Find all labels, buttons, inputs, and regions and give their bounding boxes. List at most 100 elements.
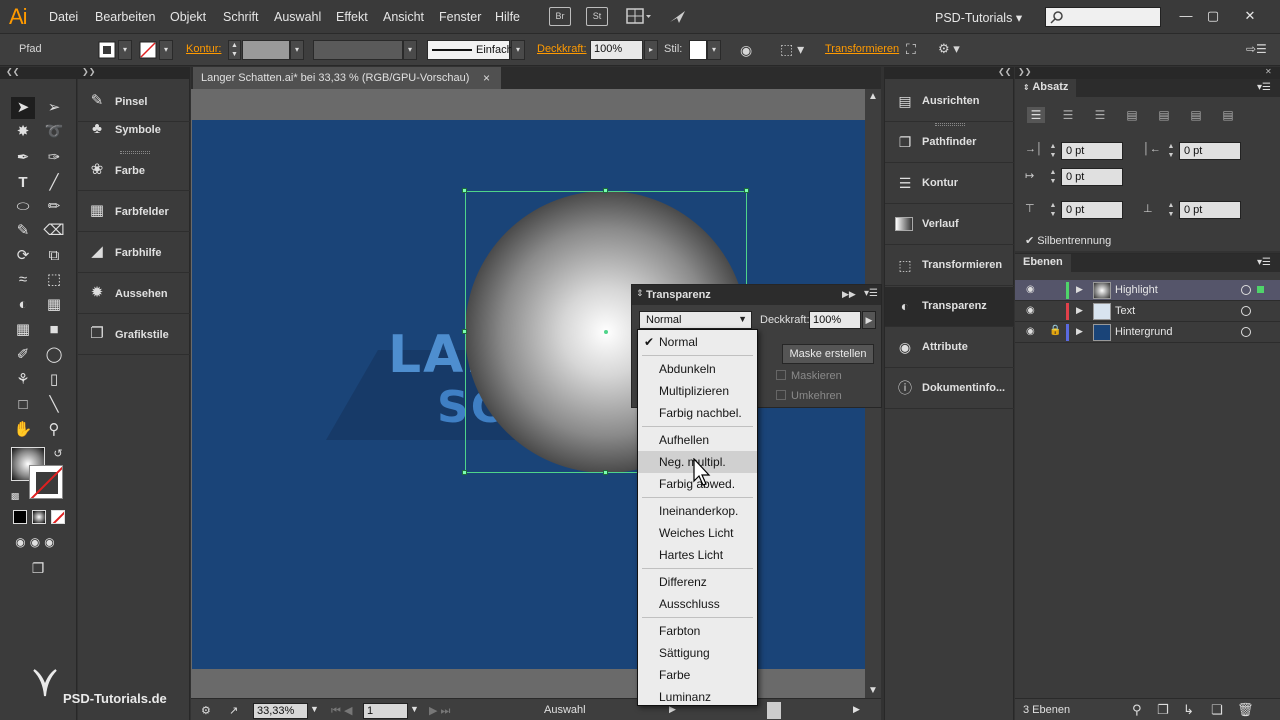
layer-row[interactable]: ◉ 🔒 ▶ Hintergrund bbox=[1015, 322, 1280, 343]
hand-tool-icon[interactable]: ✋ bbox=[11, 419, 35, 441]
rotate-tool-icon[interactable]: ⟳ bbox=[11, 245, 35, 267]
first-line-indent-stepper[interactable]: ▲ ▼ bbox=[1047, 168, 1059, 186]
bbox-handle[interactable] bbox=[744, 188, 749, 193]
bbox-handle[interactable] bbox=[462, 329, 467, 334]
layers-panel-menu-icon[interactable]: ▾☰ bbox=[1257, 257, 1271, 268]
bbox-handle[interactable] bbox=[462, 188, 467, 193]
artboard-dropdown-icon[interactable]: ▼ bbox=[410, 704, 419, 714]
gpu-icon[interactable]: ⚙ bbox=[201, 704, 211, 717]
align-right-icon[interactable]: ☰ bbox=[1091, 107, 1109, 123]
stroke-weight-dropdown[interactable]: ▾ bbox=[290, 40, 304, 60]
bbox-handle[interactable] bbox=[462, 470, 467, 475]
stroke-swatch[interactable] bbox=[138, 40, 158, 60]
stroke-label[interactable]: Kontur: bbox=[186, 43, 221, 55]
blend-mode-option[interactable]: Farbe bbox=[638, 664, 757, 686]
dock-item-kontur[interactable]: ☰ Kontur bbox=[885, 164, 1014, 204]
fill-dropdown[interactable]: ▾ bbox=[118, 40, 132, 60]
horizontal-scroll-thumb[interactable] bbox=[767, 702, 781, 719]
blend-mode-option[interactable]: Aufhellen bbox=[638, 429, 757, 451]
dock-item-symbole[interactable]: ♣ Symbole bbox=[78, 110, 190, 150]
hyphenation-checkbox[interactable]: ✔ Silbentrennung bbox=[1025, 234, 1111, 247]
blend-mode-option[interactable]: Differenz bbox=[638, 571, 757, 593]
workspace-switcher[interactable]: PSD-Tutorials ▾ bbox=[935, 10, 1022, 25]
align-to-icon[interactable]: ⬚ ▾ bbox=[780, 41, 804, 58]
eraser-tool-icon[interactable]: ⌫ bbox=[42, 220, 66, 242]
zoom-input[interactable]: 33,33% bbox=[253, 703, 308, 719]
blend-mode-option[interactable]: Luminanz bbox=[638, 686, 757, 708]
pen-tool-icon[interactable]: ✒ bbox=[11, 147, 35, 169]
bbox-handle[interactable] bbox=[603, 470, 608, 475]
expand-triangle-icon[interactable]: ▶ bbox=[1076, 326, 1083, 337]
blend-mode-option[interactable]: Weiches Licht bbox=[638, 522, 757, 544]
menu-auswahl[interactable]: Auswahl bbox=[274, 10, 321, 24]
layer-target-icon[interactable] bbox=[1241, 306, 1251, 316]
blend-mode-option[interactable]: Multiplizieren bbox=[638, 380, 757, 402]
delete-layer-icon[interactable]: 🗑 bbox=[1237, 702, 1254, 718]
dock-item-dokumentinfo[interactable]: ⓘ Dokumentinfo... bbox=[885, 369, 1014, 409]
panel-expand-icon[interactable]: ▶▶ bbox=[842, 289, 856, 300]
paragraph-panel-menu-icon[interactable]: ▾☰ bbox=[1257, 82, 1271, 93]
gradient-tool-icon[interactable]: ■ bbox=[42, 319, 66, 341]
blend-mode-select[interactable]: Normal ▼ bbox=[639, 311, 752, 329]
lasso-tool-icon[interactable]: ➰ bbox=[42, 121, 66, 143]
space-before-input[interactable]: 0 pt bbox=[1061, 201, 1123, 219]
scroll-down-icon[interactable]: ▼ bbox=[868, 685, 878, 696]
ellipse-tool-icon[interactable]: ⬭ bbox=[11, 196, 35, 218]
bbox-handle[interactable] bbox=[603, 188, 608, 193]
artboard-input[interactable]: 1 bbox=[363, 703, 408, 719]
dock-item-pathfinder[interactable]: ❐ Pathfinder bbox=[885, 123, 1014, 163]
variable-width-profile[interactable] bbox=[313, 40, 403, 60]
direct-selection-tool-icon[interactable]: ➢ bbox=[42, 97, 66, 119]
stock-icon[interactable]: St bbox=[586, 7, 608, 26]
width-tool-icon[interactable]: ≈ bbox=[11, 269, 35, 291]
panel-menu-icon[interactable]: ▾☰ bbox=[864, 288, 878, 299]
justify-right-icon[interactable]: ▤ bbox=[1187, 107, 1205, 123]
style-swatch[interactable] bbox=[689, 40, 707, 60]
first-artboard-icon[interactable]: ⏮ ◀ bbox=[331, 704, 352, 718]
space-after-stepper[interactable]: ▲ ▼ bbox=[1165, 201, 1177, 219]
magic-wand-tool-icon[interactable]: ✸ bbox=[11, 121, 35, 143]
mesh-tool-icon[interactable]: ▦ bbox=[11, 319, 35, 341]
first-line-indent-input[interactable]: 0 pt bbox=[1061, 168, 1123, 186]
blend-tool-icon[interactable]: ◯ bbox=[42, 344, 66, 366]
screen-mode-icon[interactable]: ❐ bbox=[26, 557, 50, 579]
sync-icon[interactable] bbox=[667, 7, 689, 26]
menu-schrift[interactable]: Schrift bbox=[223, 10, 258, 24]
type-tool-icon[interactable]: T bbox=[11, 172, 35, 194]
stroke-weight-stepper[interactable]: ▲ ▼ bbox=[228, 40, 241, 60]
expand-triangle-icon[interactable]: ▶ bbox=[1076, 305, 1083, 316]
minimize-icon[interactable]: — bbox=[1176, 6, 1196, 26]
bridge-icon[interactable]: Br bbox=[549, 7, 571, 26]
color-mode-icon[interactable] bbox=[13, 510, 27, 524]
locate-object-icon[interactable]: ⚲ bbox=[1132, 702, 1142, 718]
recolor-icon[interactable]: ◉ bbox=[740, 42, 752, 59]
paintbrush-tool-icon[interactable]: ✏ bbox=[42, 196, 66, 218]
new-layer-icon[interactable]: ❏ bbox=[1211, 702, 1223, 718]
default-colors-icon[interactable]: ▩ bbox=[8, 485, 22, 507]
space-before-stepper[interactable]: ▲ ▼ bbox=[1047, 201, 1059, 219]
dock-item-transparenz[interactable]: ◐ Transparenz bbox=[885, 287, 1014, 327]
dock-item-grafikstile[interactable]: ❐ Grafikstile bbox=[78, 315, 190, 355]
slice-tool-icon[interactable]: ╲ bbox=[42, 394, 66, 416]
panel-collapse-icon[interactable]: ⇕ bbox=[636, 288, 644, 299]
layers-panel-tab[interactable]: Ebenen bbox=[1015, 254, 1071, 272]
dock-item-farbfelder[interactable]: ▦ Farbfelder bbox=[78, 192, 190, 232]
clip-checkbox[interactable]: Maskieren bbox=[776, 370, 842, 382]
left-dock-header[interactable]: ❯❯ bbox=[78, 67, 190, 79]
pencil-tool-icon[interactable]: ✎ bbox=[11, 220, 35, 242]
line-tool-icon[interactable]: ╱ bbox=[42, 172, 66, 194]
layer-row[interactable]: ◉ ▶ Highlight bbox=[1015, 280, 1280, 301]
make-mask-button[interactable]: Maske erstellen bbox=[782, 344, 874, 364]
align-left-icon[interactable]: ☰ bbox=[1027, 107, 1045, 123]
blend-mode-option[interactable]: Ineinanderkop. bbox=[638, 500, 757, 522]
opacity-label[interactable]: Deckkraft: bbox=[537, 43, 587, 55]
layer-row[interactable]: ◉ ▶ Text bbox=[1015, 301, 1280, 322]
visibility-eye-icon[interactable]: ◉ bbox=[1026, 305, 1035, 316]
dock-item-farbhilfe[interactable]: ◢ Farbhilfe bbox=[78, 233, 190, 273]
maximize-icon[interactable]: ▢ bbox=[1203, 6, 1223, 26]
justify-left-icon[interactable]: ▤ bbox=[1123, 107, 1141, 123]
left-indent-input[interactable]: 0 pt bbox=[1061, 142, 1123, 160]
symbol-sprayer-tool-icon[interactable]: ⚘ bbox=[11, 369, 35, 391]
style-dropdown[interactable]: ▾ bbox=[707, 40, 721, 60]
document-tab[interactable]: Langer Schatten.ai* bei 33,33 % (RGB/GPU… bbox=[193, 67, 501, 89]
